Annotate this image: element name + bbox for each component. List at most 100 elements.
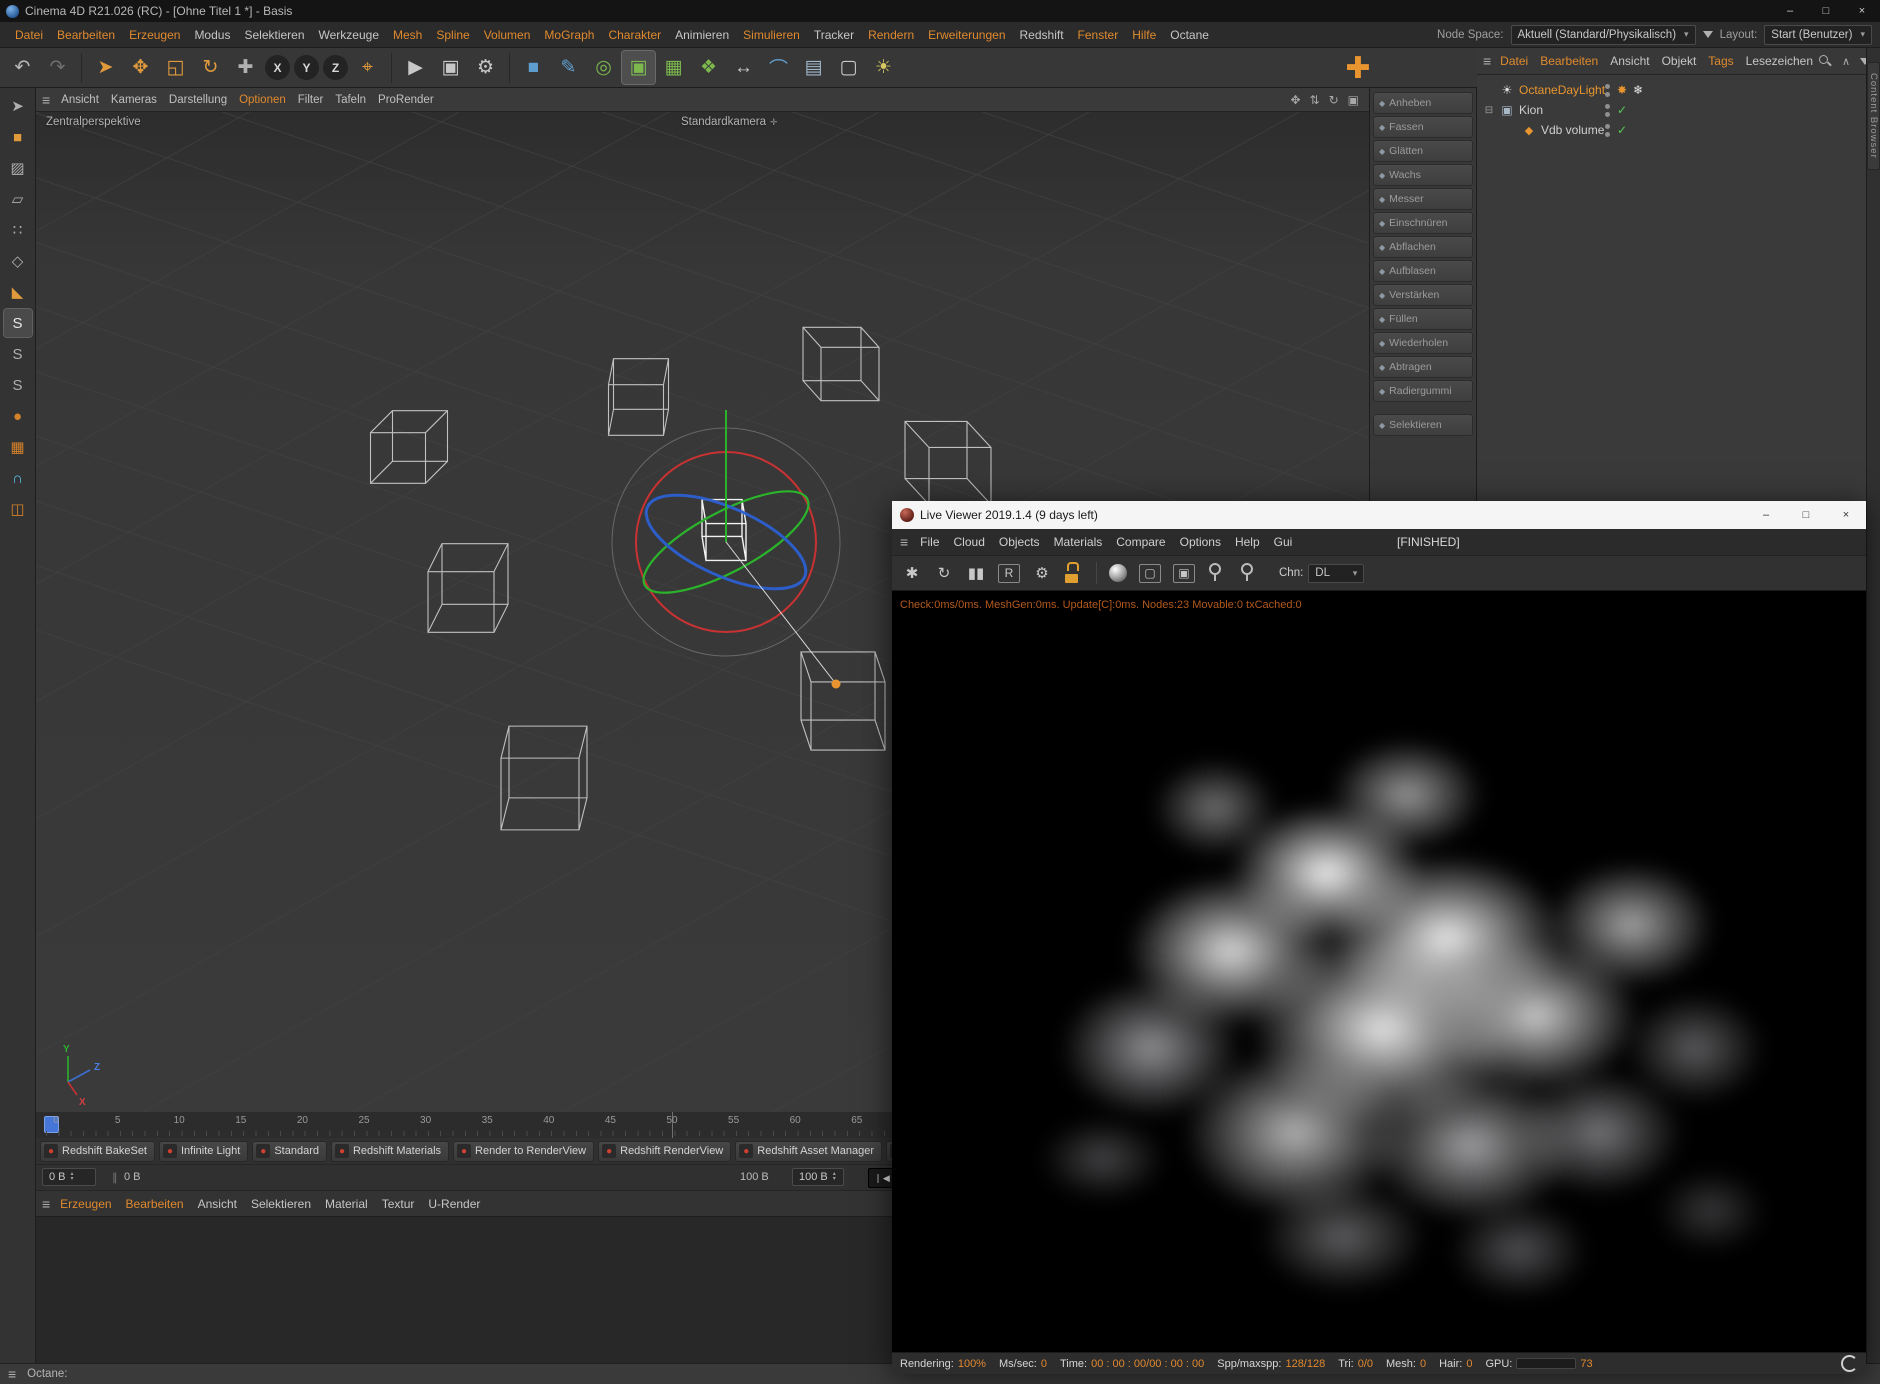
- menu-item-fenster[interactable]: Fenster: [1071, 28, 1126, 42]
- menu-item-spline[interactable]: Spline: [429, 28, 476, 42]
- redo-icon[interactable]: ↷: [41, 51, 74, 84]
- lv-menu-compare[interactable]: Compare: [1109, 535, 1172, 549]
- sculpt-tool-wiederholen[interactable]: ◆ Wiederholen: [1373, 332, 1473, 354]
- field-icon[interactable]: ❖: [692, 51, 725, 84]
- lv-menu-objects[interactable]: Objects: [992, 535, 1047, 549]
- lv-minimize-button[interactable]: –: [1746, 501, 1786, 529]
- snap-settings-icon[interactable]: S: [4, 340, 32, 368]
- white-balance-picker-icon[interactable]: [1239, 562, 1259, 584]
- material-menu-selektieren[interactable]: Selektieren: [244, 1197, 318, 1211]
- lv-menu-gui[interactable]: Gui: [1267, 535, 1300, 549]
- script-button-standard[interactable]: ● Standard: [252, 1140, 327, 1162]
- filter-icon[interactable]: [1702, 31, 1713, 38]
- render-view-icon[interactable]: ▶: [399, 51, 432, 84]
- render-priority-icon[interactable]: R: [998, 563, 1020, 583]
- lv-menu-materials[interactable]: Materials: [1047, 535, 1110, 549]
- axis-y-lock-icon[interactable]: Y: [294, 55, 319, 80]
- script-button-render-to-renderview[interactable]: ● Render to RenderView: [453, 1140, 595, 1162]
- viewport-menu-darstellung[interactable]: Darstellung: [163, 94, 233, 106]
- memory-total-dropdown[interactable]: 100 B ▴ ▾: [792, 1168, 844, 1186]
- menu-item-mesh[interactable]: Mesh: [386, 28, 429, 42]
- mograph-icon[interactable]: ◎: [587, 51, 620, 84]
- close-button[interactable]: ×: [1844, 0, 1880, 22]
- viewport-menu-icon[interactable]: ≡: [42, 92, 50, 108]
- script-button-redshift-bakeset[interactable]: ● Redshift BakeSet: [40, 1140, 155, 1162]
- enabled-check-icon[interactable]: ✓: [1617, 103, 1627, 117]
- object-row-octanedaylight[interactable]: ☀ OctaneDayLight ✸ ❄: [1477, 80, 1866, 100]
- menu-item-bearbeiten[interactable]: Bearbeiten: [50, 28, 122, 42]
- lv-menu-file[interactable]: File: [913, 535, 946, 549]
- add-cube-icon[interactable]: ■: [517, 51, 550, 84]
- points-mode-icon[interactable]: ∷: [4, 216, 32, 244]
- pause-icon[interactable]: ▮▮: [966, 562, 986, 584]
- viewport-menu-optionen[interactable]: Optionen: [233, 94, 292, 106]
- texture-mode-icon[interactable]: ▨: [4, 154, 32, 182]
- sculpt-tool-einschn-ren[interactable]: ◆ Einschnüren: [1373, 212, 1473, 234]
- material-menu-icon[interactable]: ≡: [42, 1196, 50, 1212]
- lv-maximize-button[interactable]: □: [1786, 501, 1826, 529]
- axis-z-lock-icon[interactable]: Z: [323, 55, 348, 80]
- layout-dropdown[interactable]: Start (Benutzer) ▾: [1764, 24, 1872, 45]
- model-mode-icon[interactable]: ■: [4, 123, 32, 151]
- pointer-tool-icon[interactable]: ➤: [4, 92, 32, 120]
- script-button-redshift-materials[interactable]: ● Redshift Materials: [330, 1140, 450, 1162]
- menu-item-datei[interactable]: Datei: [8, 28, 50, 42]
- om-menu-objekt[interactable]: Objekt: [1656, 54, 1703, 68]
- octane-add-button[interactable]: ✚: [1341, 51, 1375, 85]
- sculpt-tool-verst-rken[interactable]: ◆ Verstärken: [1373, 284, 1473, 306]
- nodespace-dropdown[interactable]: Aktuell (Standard/Physikalisch) ▾: [1510, 24, 1696, 45]
- material-picker-icon[interactable]: [1109, 564, 1127, 582]
- sculpt-tool-messer[interactable]: ◆ Messer: [1373, 188, 1473, 210]
- lock-resolution-icon[interactable]: [1064, 562, 1084, 584]
- daylight-tag-icon[interactable]: ✸: [1617, 83, 1627, 97]
- minimize-button[interactable]: –: [1772, 0, 1808, 22]
- viewport-pan-icon[interactable]: ✥: [1290, 93, 1300, 107]
- camera-icon[interactable]: ▢: [832, 51, 865, 84]
- menu-item-simulieren[interactable]: Simulieren: [736, 28, 807, 42]
- rotation-gizmo[interactable]: [611, 410, 841, 689]
- mirror-tool-icon[interactable]: ◫: [4, 495, 32, 523]
- stepper-icon[interactable]: ▴ ▾: [833, 1171, 836, 1182]
- material-menu-bearbeiten[interactable]: Bearbeiten: [119, 1197, 191, 1211]
- enabled-check-icon[interactable]: ✓: [1617, 123, 1627, 137]
- maximize-button[interactable]: □: [1808, 0, 1844, 22]
- deformer-icon[interactable]: ⌒: [762, 51, 795, 84]
- cube-wireframe[interactable]: [904, 420, 992, 506]
- om-menu-ansicht[interactable]: Ansicht: [1604, 54, 1655, 68]
- restart-render-icon[interactable]: ✱: [902, 562, 922, 584]
- material-menu-erzeugen[interactable]: Erzeugen: [53, 1197, 118, 1211]
- menu-item-werkzeuge[interactable]: Werkzeuge: [312, 28, 386, 42]
- viewport-toggle-icon[interactable]: ▣: [1348, 93, 1359, 107]
- menu-item-octane[interactable]: Octane: [1163, 28, 1216, 42]
- spline-pen-icon[interactable]: ✎: [552, 51, 585, 84]
- polygons-mode-icon[interactable]: ◣: [4, 278, 32, 306]
- menu-item-redshift[interactable]: Redshift: [1013, 28, 1071, 42]
- material-menu-material[interactable]: Material: [318, 1197, 375, 1211]
- menu-item-erweiterungen[interactable]: Erweiterungen: [921, 28, 1012, 42]
- sculpt-tool-wachs[interactable]: ◆ Wachs: [1373, 164, 1473, 186]
- psr-tools-icon[interactable]: ✚: [229, 51, 262, 84]
- object-row-kion[interactable]: ⊟ ▣ Kion ✓: [1477, 100, 1866, 120]
- paint-tool-icon[interactable]: ●: [4, 402, 32, 430]
- sculpt-tool-f-llen[interactable]: ◆ Füllen: [1373, 308, 1473, 330]
- cube-wireframe[interactable]: [500, 725, 588, 831]
- statusbar-menu-icon[interactable]: ≡: [8, 1366, 16, 1382]
- viewport-menu-tafeln[interactable]: Tafeln: [329, 94, 372, 106]
- om-menu-lesezeichen[interactable]: Lesezeichen: [1740, 54, 1819, 68]
- viewport-sync-icon[interactable]: ⇅: [1310, 93, 1320, 107]
- rotate-icon[interactable]: ↻: [194, 51, 227, 84]
- live-selection-icon[interactable]: ➤: [89, 51, 122, 84]
- render-view[interactable]: Check:0ms/0ms. MeshGen:0ms. Update[C]:0m…: [892, 591, 1866, 1352]
- menu-item-selektieren[interactable]: Selektieren: [237, 28, 311, 42]
- cube-wireframe[interactable]: [369, 410, 449, 484]
- edges-mode-icon[interactable]: ◇: [4, 247, 32, 275]
- viewport-menu-kameras[interactable]: Kameras: [105, 94, 163, 106]
- magnet-tool-icon[interactable]: ∩: [4, 464, 32, 492]
- enable-snap-icon[interactable]: S: [2, 308, 33, 338]
- om-menu-datei[interactable]: Datei: [1494, 54, 1534, 68]
- lv-menu-options[interactable]: Options: [1173, 535, 1228, 549]
- render-region-icon[interactable]: ▢: [1139, 563, 1161, 583]
- snap-3d-icon[interactable]: S: [4, 371, 32, 399]
- sculpt-tool-gl-tten[interactable]: ◆ Glätten: [1373, 140, 1473, 162]
- array-tool-icon[interactable]: ▦: [4, 433, 32, 461]
